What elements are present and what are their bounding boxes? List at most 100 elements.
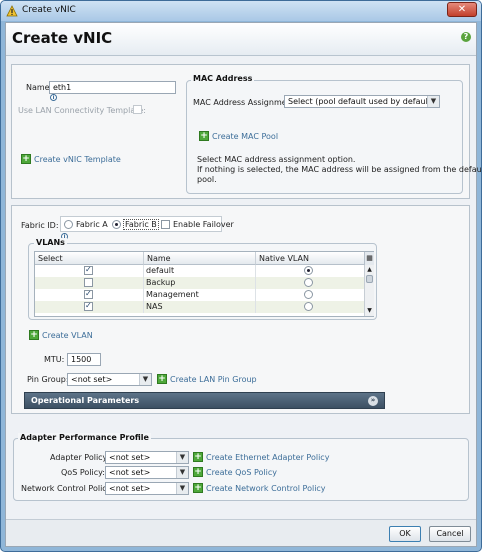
warning-icon [6, 5, 18, 17]
use-template-label: Use LAN Connectivity Template: [18, 106, 146, 115]
network-control-policy-value: <not set> [109, 484, 151, 493]
scroll-up-icon[interactable]: ▲ [365, 265, 374, 274]
adapter-policy-select[interactable]: <not set> ▼ [105, 451, 189, 464]
chevron-down-icon[interactable]: ▼ [176, 452, 188, 463]
create-mac-pool-plus-icon[interactable]: + [199, 131, 209, 141]
mac-assignment-label: MAC Address Assignment: [193, 98, 298, 107]
create-qos-policy-plus-icon[interactable]: + [193, 467, 203, 477]
fabric-options-box: Fabric A Fabric B Enable Failover [60, 216, 234, 232]
create-adapter-policy-plus-icon[interactable]: + [193, 452, 203, 462]
table-cell-native [256, 277, 365, 289]
dialog-window: Create vNIC ✕ Create vNIC ? Name: eth1 i… [0, 0, 482, 552]
table-row[interactable]: default [35, 264, 365, 277]
row-select-checkbox[interactable] [84, 288, 93, 300]
scroll-down-icon[interactable]: ▼ [365, 306, 374, 315]
mac-help-line-2: If nothing is selected, the MAC address … [197, 165, 482, 174]
info-icon[interactable]: i [50, 94, 57, 101]
footer-bar: OK Cancel [6, 519, 476, 546]
identity-panel: Name: eth1 i Use LAN Connectivity Templa… [11, 64, 481, 199]
mac-assignment-value: Select (pool default used by default) [288, 97, 435, 106]
create-template-plus-icon[interactable]: + [21, 154, 31, 164]
table-cell-native [256, 265, 365, 277]
row-select-checkbox[interactable] [84, 278, 93, 287]
use-template-checkbox[interactable] [133, 105, 142, 114]
column-header-native-vlan[interactable]: Native VLAN [256, 252, 365, 265]
vlans-legend: VLANs [34, 238, 67, 247]
table-cell-select [35, 300, 144, 313]
mac-address-group: MAC Address MAC Address Assignment: Sele… [186, 74, 481, 194]
native-vlan-radio[interactable] [304, 302, 313, 311]
operational-parameters-title: Operational Parameters [31, 396, 140, 405]
page-title: Create vNIC [12, 29, 113, 47]
table-cell-name: Management [144, 289, 256, 301]
enable-failover-checkbox[interactable] [161, 220, 170, 229]
create-qos-policy-link[interactable]: Create QoS Policy [206, 468, 277, 477]
create-pin-group-link[interactable]: Create LAN Pin Group [170, 375, 257, 384]
adapter-profile-legend: Adapter Performance Profile [18, 433, 151, 442]
column-header-name[interactable]: Name [144, 252, 256, 265]
native-vlan-radio[interactable] [304, 278, 313, 287]
adapter-profile-group: Adapter Performance Profile Adapter Poli… [13, 433, 469, 501]
mac-assignment-select[interactable]: Select (pool default used by default) ▼ [284, 95, 440, 108]
network-control-policy-label: Network Control Policy: [21, 484, 114, 493]
create-pin-group-plus-icon[interactable]: + [157, 374, 167, 384]
table-cell-native [256, 301, 365, 313]
create-network-control-policy-link[interactable]: Create Network Control Policy [206, 484, 326, 493]
operational-parameters-bar[interactable]: Operational Parameters » [24, 392, 385, 409]
fabric-id-label: Fabric ID: [21, 221, 59, 230]
table-scrollbar[interactable]: ▲ ▼ [364, 265, 374, 316]
qos-policy-label: QoS Policy: [61, 468, 105, 477]
create-mac-pool-link[interactable]: Create MAC Pool [212, 132, 278, 141]
dialog-body: Create vNIC ? Name: eth1 i Use LAN Conne… [5, 22, 481, 547]
network-control-policy-select[interactable]: <not set> ▼ [105, 482, 189, 495]
title-bar[interactable]: Create vNIC ✕ [1, 1, 481, 21]
row-select-checkbox[interactable] [84, 300, 93, 312]
help-icon[interactable]: ? [461, 32, 471, 42]
mac-help-line-1: Select MAC address assignment option. [197, 155, 356, 164]
mac-address-legend: MAC Address [191, 74, 255, 83]
row-select-checkbox[interactable] [84, 264, 93, 276]
create-adapter-policy-link[interactable]: Create Ethernet Adapter Policy [206, 453, 329, 462]
table-row[interactable]: NAS [35, 300, 365, 313]
chevron-down-icon[interactable]: ▼ [176, 467, 188, 478]
chevron-down-icon[interactable]: ▼ [139, 374, 151, 385]
expand-icon[interactable]: » [368, 396, 378, 406]
adapter-policy-value: <not set> [109, 453, 151, 462]
table-cell-select [35, 264, 144, 277]
create-template-link[interactable]: Create vNIC Template [34, 155, 121, 164]
pin-group-label: Pin Group: [27, 375, 69, 384]
header-area: Create vNIC ? [6, 23, 476, 56]
fabric-b-radio[interactable] [112, 220, 121, 229]
vlans-group: VLANs Select Name Native VLAN ▦ default [28, 238, 377, 320]
table-cell-name: default [144, 265, 256, 277]
close-icon: ✕ [457, 4, 467, 15]
window-title: Create vNIC [22, 5, 76, 15]
scroll-thumb[interactable] [366, 275, 373, 283]
table-cell-native [256, 289, 365, 301]
name-field[interactable]: eth1 [49, 81, 176, 94]
fabric-a-radio[interactable] [64, 220, 73, 229]
create-vlan-link[interactable]: Create VLAN [42, 331, 93, 340]
column-chooser-icon[interactable]: ▦ [364, 252, 374, 265]
create-network-control-policy-plus-icon[interactable]: + [193, 483, 203, 493]
native-vlan-radio[interactable] [304, 290, 313, 299]
cancel-button[interactable]: Cancel [429, 526, 471, 542]
mtu-label: MTU: [44, 355, 65, 364]
create-vlan-plus-icon[interactable]: + [29, 330, 39, 340]
fabric-b-label: Fabric B [123, 219, 159, 230]
close-button[interactable]: ✕ [447, 2, 477, 17]
pin-group-value: <not set> [71, 375, 113, 384]
vlans-table: Select Name Native VLAN ▦ default [34, 251, 374, 317]
adapter-policy-label: Adapter Policy: [50, 453, 110, 462]
chevron-down-icon[interactable]: ▼ [176, 483, 188, 494]
mac-help-line-3: pool. [197, 175, 217, 184]
pin-group-select[interactable]: <not set> ▼ [67, 373, 152, 386]
mtu-field[interactable]: 1500 [67, 353, 101, 366]
native-vlan-radio[interactable] [304, 266, 313, 275]
ok-button[interactable]: OK [389, 526, 421, 542]
fabric-a-label: Fabric A [76, 220, 108, 229]
qos-policy-value: <not set> [109, 468, 151, 477]
table-cell-name: Backup [144, 277, 256, 289]
chevron-down-icon[interactable]: ▼ [427, 96, 439, 107]
qos-policy-select[interactable]: <not set> ▼ [105, 466, 189, 479]
